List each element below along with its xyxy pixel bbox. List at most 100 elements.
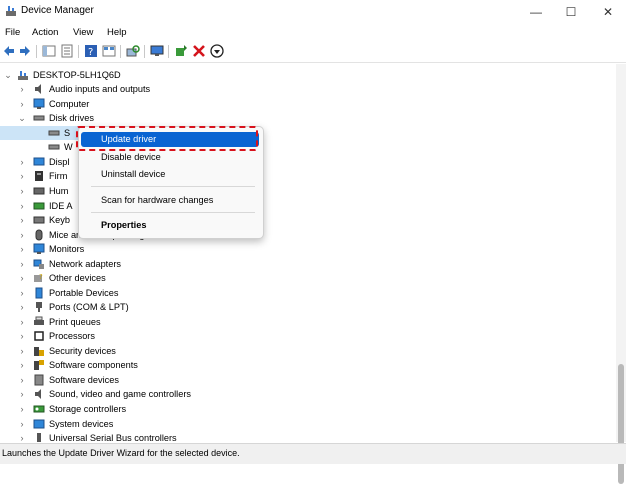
show-hide-console-tree-icon[interactable]	[42, 44, 56, 58]
close-button[interactable]: ✕	[591, 2, 625, 22]
tree-item-label: W	[64, 142, 73, 152]
tree-item-processors[interactable]: › Processors	[0, 329, 300, 343]
chevron-right-icon[interactable]: ›	[17, 228, 27, 242]
chevron-right-icon[interactable]: ›	[17, 358, 27, 372]
back-icon[interactable]	[2, 44, 16, 58]
tree-item-usb-controllers[interactable]: › Universal Serial Bus controllers	[0, 431, 300, 442]
chevron-right-icon[interactable]: ›	[17, 97, 27, 111]
status-bar: Launches the Update Driver Wizard for th…	[0, 443, 626, 464]
tree-item-software-components[interactable]: › Software components	[0, 358, 300, 372]
tree-item-label: Displ	[49, 157, 70, 167]
chevron-right-icon[interactable]: ›	[17, 329, 27, 343]
scan-hardware-menu-item[interactable]: Scan for hardware changes	[101, 195, 213, 205]
chevron-right-icon[interactable]: ›	[17, 402, 27, 416]
chevron-right-icon[interactable]: ›	[17, 199, 27, 213]
software-component-icon	[34, 360, 44, 370]
disk-drive-icon	[48, 144, 60, 150]
forward-icon[interactable]	[18, 44, 32, 58]
tree-item-disk-w[interactable]: W	[0, 140, 80, 154]
tree-item-sound-video[interactable]: › Sound, video and game controllers	[0, 387, 300, 401]
tree-item-audio[interactable]: › Audio inputs and outputs	[0, 82, 300, 96]
chevron-right-icon[interactable]: ›	[17, 373, 27, 387]
disable-device-icon[interactable]	[210, 44, 224, 58]
chevron-down-icon[interactable]: ⌄	[3, 68, 13, 82]
tree-item-disk-s-selected[interactable]: S	[0, 126, 80, 140]
title-bar: Device Manager — ☐ ✕	[0, 0, 626, 24]
device-tree[interactable]: ⌄ DESKTOP-5LH1Q6D › Audio inputs and out…	[0, 64, 616, 442]
disable-device-menu-item[interactable]: Disable device	[101, 152, 161, 162]
tree-item-label: Monitors	[49, 244, 85, 254]
maximize-button[interactable]: ☐	[554, 2, 588, 22]
chevron-right-icon[interactable]: ›	[17, 82, 27, 96]
chevron-right-icon[interactable]: ›	[17, 213, 27, 227]
uninstall-device-menu-item[interactable]: Uninstall device	[101, 169, 165, 179]
chevron-down-icon[interactable]: ⌄	[17, 111, 27, 125]
help-icon[interactable]: ?	[84, 44, 98, 58]
tree-item-network-adapters[interactable]: › Network adapters	[0, 257, 300, 271]
uninstall-icon[interactable]	[192, 44, 206, 58]
port-icon	[36, 302, 42, 312]
tree-item-label: Computer	[49, 99, 90, 109]
tree-item-computer[interactable]: › Computer	[0, 97, 300, 111]
vertical-scrollbar[interactable]	[616, 64, 626, 484]
tree-item-system-devices[interactable]: › System devices	[0, 417, 300, 431]
chevron-right-icon[interactable]: ›	[17, 257, 27, 271]
tree-item-label: Storage controllers	[49, 404, 127, 414]
chevron-right-icon[interactable]: ›	[17, 242, 27, 256]
tree-item-display-adapters[interactable]: › Displ	[0, 155, 80, 169]
tree-item-label: Software components	[49, 360, 138, 370]
menu-file[interactable]: File	[5, 27, 20, 38]
properties-menu-item[interactable]: Properties	[101, 220, 146, 230]
tree-item-storage-controllers[interactable]: › Storage controllers	[0, 402, 300, 416]
tree-root[interactable]: ⌄ DESKTOP-5LH1Q6D	[0, 68, 200, 82]
chevron-right-icon[interactable]: ›	[17, 184, 27, 198]
chevron-right-icon[interactable]: ›	[17, 169, 27, 183]
tree-item-security-devices[interactable]: › Security devices	[0, 344, 300, 358]
tree-item-keyboards[interactable]: › Keyb	[0, 213, 80, 227]
menu-action[interactable]: Action	[32, 27, 58, 38]
menu-view[interactable]: View	[73, 27, 93, 38]
tree-item-label: Network adapters	[49, 259, 122, 269]
tree-item-firmware[interactable]: › Firm	[0, 169, 80, 183]
question-device-icon: ?	[34, 273, 43, 282]
tree-item-label: Hum	[49, 186, 69, 196]
chevron-right-icon[interactable]: ›	[17, 286, 27, 300]
tree-item-label: Software devices	[49, 375, 119, 385]
software-device-icon	[34, 374, 44, 386]
menu-separator	[91, 212, 255, 213]
printer-icon	[34, 316, 44, 325]
tree-item-print-queues[interactable]: › Print queues	[0, 315, 300, 329]
tree-item-monitors[interactable]: › Monitors	[0, 242, 300, 256]
menu-help[interactable]: Help	[107, 27, 127, 38]
chevron-right-icon[interactable]: ›	[17, 300, 27, 314]
chevron-right-icon[interactable]: ›	[17, 271, 27, 285]
scrollbar-thumb[interactable]	[618, 364, 624, 484]
chevron-right-icon[interactable]: ›	[17, 155, 27, 169]
tree-item-ide[interactable]: › IDE A	[0, 199, 80, 213]
monitor-icon[interactable]	[150, 44, 164, 58]
tree-item-label: Portable Devices	[49, 288, 119, 298]
tree-item-ports[interactable]: › Ports (COM & LPT)	[0, 300, 300, 314]
chevron-right-icon[interactable]: ›	[17, 431, 27, 442]
tree-item-label: Keyb	[49, 215, 70, 225]
tree-item-disk-drives[interactable]: ⌄ Disk drives	[0, 111, 300, 125]
chevron-right-icon[interactable]: ›	[17, 387, 27, 401]
chevron-right-icon[interactable]: ›	[17, 344, 27, 358]
scan-hardware-icon[interactable]	[126, 44, 140, 58]
storage-controller-icon	[33, 405, 45, 413]
tree-item-software-devices[interactable]: › Software devices	[0, 373, 300, 387]
monitor-icon	[33, 243, 45, 254]
view-grid-icon[interactable]	[102, 44, 116, 58]
tree-item-label: Disk drives	[49, 113, 94, 123]
minimize-button[interactable]: —	[519, 2, 553, 22]
properties-icon[interactable]	[60, 44, 74, 58]
chevron-right-icon[interactable]: ›	[17, 417, 27, 431]
firmware-icon	[35, 171, 43, 181]
tree-item-other-devices[interactable]: › ? Other devices	[0, 271, 300, 285]
update-driver-icon[interactable]	[174, 44, 188, 58]
device-manager-icon	[6, 6, 16, 16]
window-title: Device Manager	[21, 5, 94, 16]
tree-item-portable-devices[interactable]: › Portable Devices	[0, 286, 300, 300]
chevron-right-icon[interactable]: ›	[17, 315, 27, 329]
tree-item-human-interface[interactable]: › Hum	[0, 184, 80, 198]
